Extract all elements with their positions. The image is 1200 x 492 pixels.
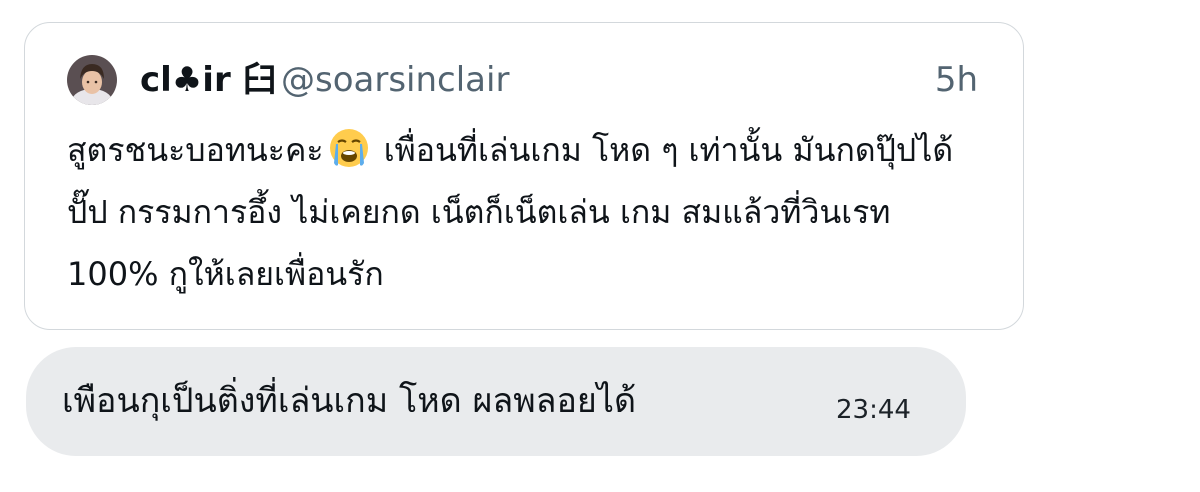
- quoted-tweet-card[interactable]: cl♣ir ⾅ @soarsinclair 5h สูตรชนะบอทนะคะ …: [24, 22, 1024, 330]
- profile-photo-avatar-icon: [67, 55, 117, 105]
- reply-message-time: 23:44: [836, 395, 911, 425]
- author-avatar[interactable]: [67, 55, 117, 105]
- reply-message-text: เพือนกุเป็นติ่งที่เล่นเกม โหด ผลพลอยได้: [62, 381, 637, 421]
- tweet-text-part-1: สูตรชนะบอทนะคะ: [67, 131, 324, 169]
- loudly-crying-face-emoji-icon: [329, 129, 368, 167]
- author-handle[interactable]: @soarsinclair: [281, 57, 509, 103]
- reply-message-bubble[interactable]: เพือนกุเป็นติ่งที่เล่นเกม โหด ผลพลอยได้ …: [26, 347, 966, 456]
- tweet-timestamp[interactable]: 5h: [935, 57, 978, 103]
- author-display-name[interactable]: cl♣ir ⾅: [140, 57, 277, 103]
- tweet-body: สูตรชนะบอทนะคะ เพื่อนที่เล่นเกม โหด ๆ เท…: [67, 119, 987, 305]
